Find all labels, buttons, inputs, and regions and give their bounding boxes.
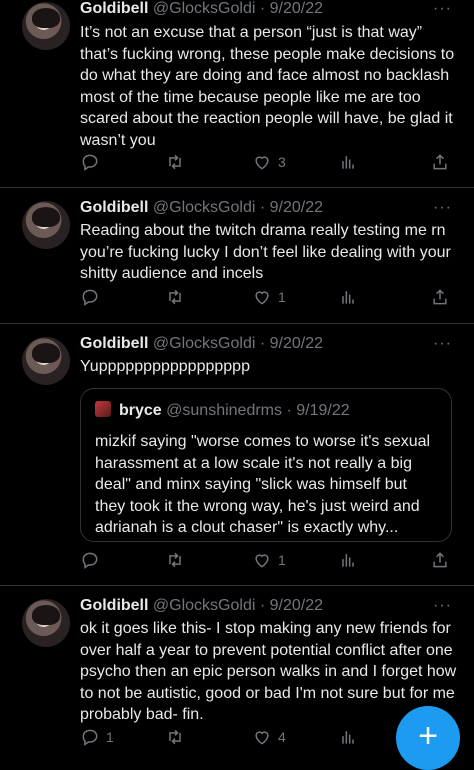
- tweet[interactable]: Goldibell @GlocksGoldi · 9/20/22 ··· It’…: [0, 0, 474, 188]
- tweet-text: Reading about the twitch drama really te…: [80, 222, 451, 282]
- avatar[interactable]: [22, 201, 70, 249]
- more-options-icon[interactable]: ···: [433, 0, 452, 18]
- retweet-icon: [165, 287, 185, 307]
- retweet-button[interactable]: [165, 550, 191, 570]
- reply-icon: [80, 550, 100, 570]
- reply-icon: [80, 287, 100, 307]
- views-button[interactable]: [338, 727, 358, 747]
- reply-icon: [80, 152, 100, 172]
- like-icon: [252, 287, 272, 307]
- views-button[interactable]: [338, 550, 358, 570]
- share-button[interactable]: [430, 550, 450, 570]
- retweet-button[interactable]: [165, 287, 191, 307]
- retweet-icon: [165, 152, 185, 172]
- reply-button[interactable]: [80, 550, 106, 570]
- author-handle[interactable]: @GlocksGoldi: [153, 199, 256, 216]
- views-button[interactable]: [338, 287, 358, 307]
- reply-button[interactable]: [80, 287, 106, 307]
- retweet-button[interactable]: [165, 727, 191, 747]
- author-name[interactable]: Goldibell: [80, 199, 148, 216]
- share-icon: [430, 550, 450, 570]
- tweet-text: ok it goes like this- I stop making any …: [80, 620, 457, 723]
- author-name[interactable]: Goldibell: [80, 0, 148, 17]
- share-button[interactable]: [430, 287, 450, 307]
- author-name[interactable]: Goldibell: [80, 597, 148, 614]
- tweet[interactable]: Goldibell @GlocksGoldi · 9/20/22 ··· Rea…: [0, 187, 474, 324]
- like-icon: [252, 550, 272, 570]
- retweet-icon: [165, 550, 185, 570]
- tweet-actions: 1 4: [80, 727, 450, 749]
- like-button[interactable]: 4: [252, 727, 286, 747]
- share-button[interactable]: [430, 152, 450, 172]
- views-icon: [338, 727, 358, 747]
- author-name[interactable]: Goldibell: [80, 335, 148, 352]
- tweet-text: Yuppppppppppppppppp: [80, 358, 250, 375]
- author-handle[interactable]: @GlocksGoldi: [153, 597, 256, 614]
- like-icon: [252, 727, 272, 747]
- quoted-tweet[interactable]: bryce @sunshinedrms · 9/19/22 mizkif say…: [80, 388, 452, 542]
- tweet-actions: 3: [80, 152, 450, 174]
- like-icon: [252, 152, 272, 172]
- like-button[interactable]: 1: [252, 550, 286, 570]
- tweet-date[interactable]: · 9/20/22: [260, 597, 323, 614]
- quoted-avatar: [95, 401, 111, 417]
- views-button[interactable]: [338, 152, 358, 172]
- author-handle[interactable]: @GlocksGoldi: [153, 335, 256, 352]
- reply-button[interactable]: [80, 152, 106, 172]
- more-options-icon[interactable]: ···: [433, 199, 452, 217]
- tweet-date[interactable]: · 9/20/22: [260, 199, 323, 216]
- quoted-text: mizkif saying "worse comes to worse it's…: [95, 433, 431, 536]
- tweet-text: It’s not an excuse that a person “just i…: [80, 24, 455, 149]
- tweet-actions: 1: [80, 550, 450, 572]
- views-icon: [338, 152, 358, 172]
- tweet-date[interactable]: · 9/20/22: [260, 335, 323, 352]
- compose-button[interactable]: +: [396, 706, 460, 770]
- quoted-author-name: bryce: [119, 402, 162, 419]
- like-button[interactable]: 3: [252, 152, 286, 172]
- retweet-icon: [165, 727, 185, 747]
- views-icon: [338, 287, 358, 307]
- avatar[interactable]: [22, 337, 70, 385]
- views-icon: [338, 550, 358, 570]
- author-handle[interactable]: @GlocksGoldi: [153, 0, 256, 17]
- share-icon: [430, 287, 450, 307]
- like-button[interactable]: 1: [252, 287, 286, 307]
- tweet-date[interactable]: · 9/20/22: [260, 0, 323, 17]
- reply-icon: [80, 727, 100, 747]
- tweet[interactable]: Goldibell @GlocksGoldi · 9/20/22 ··· Yup…: [0, 323, 474, 586]
- retweet-button[interactable]: [165, 152, 191, 172]
- quoted-author-handle: @sunshinedrms: [166, 402, 282, 419]
- avatar[interactable]: [22, 599, 70, 647]
- avatar[interactable]: [22, 2, 70, 50]
- quoted-date: · 9/19/22: [286, 402, 350, 419]
- reply-button[interactable]: 1: [80, 727, 114, 747]
- more-options-icon[interactable]: ···: [433, 335, 452, 353]
- more-options-icon[interactable]: ···: [433, 597, 452, 615]
- share-icon: [430, 152, 450, 172]
- tweet-actions: 1: [80, 287, 450, 309]
